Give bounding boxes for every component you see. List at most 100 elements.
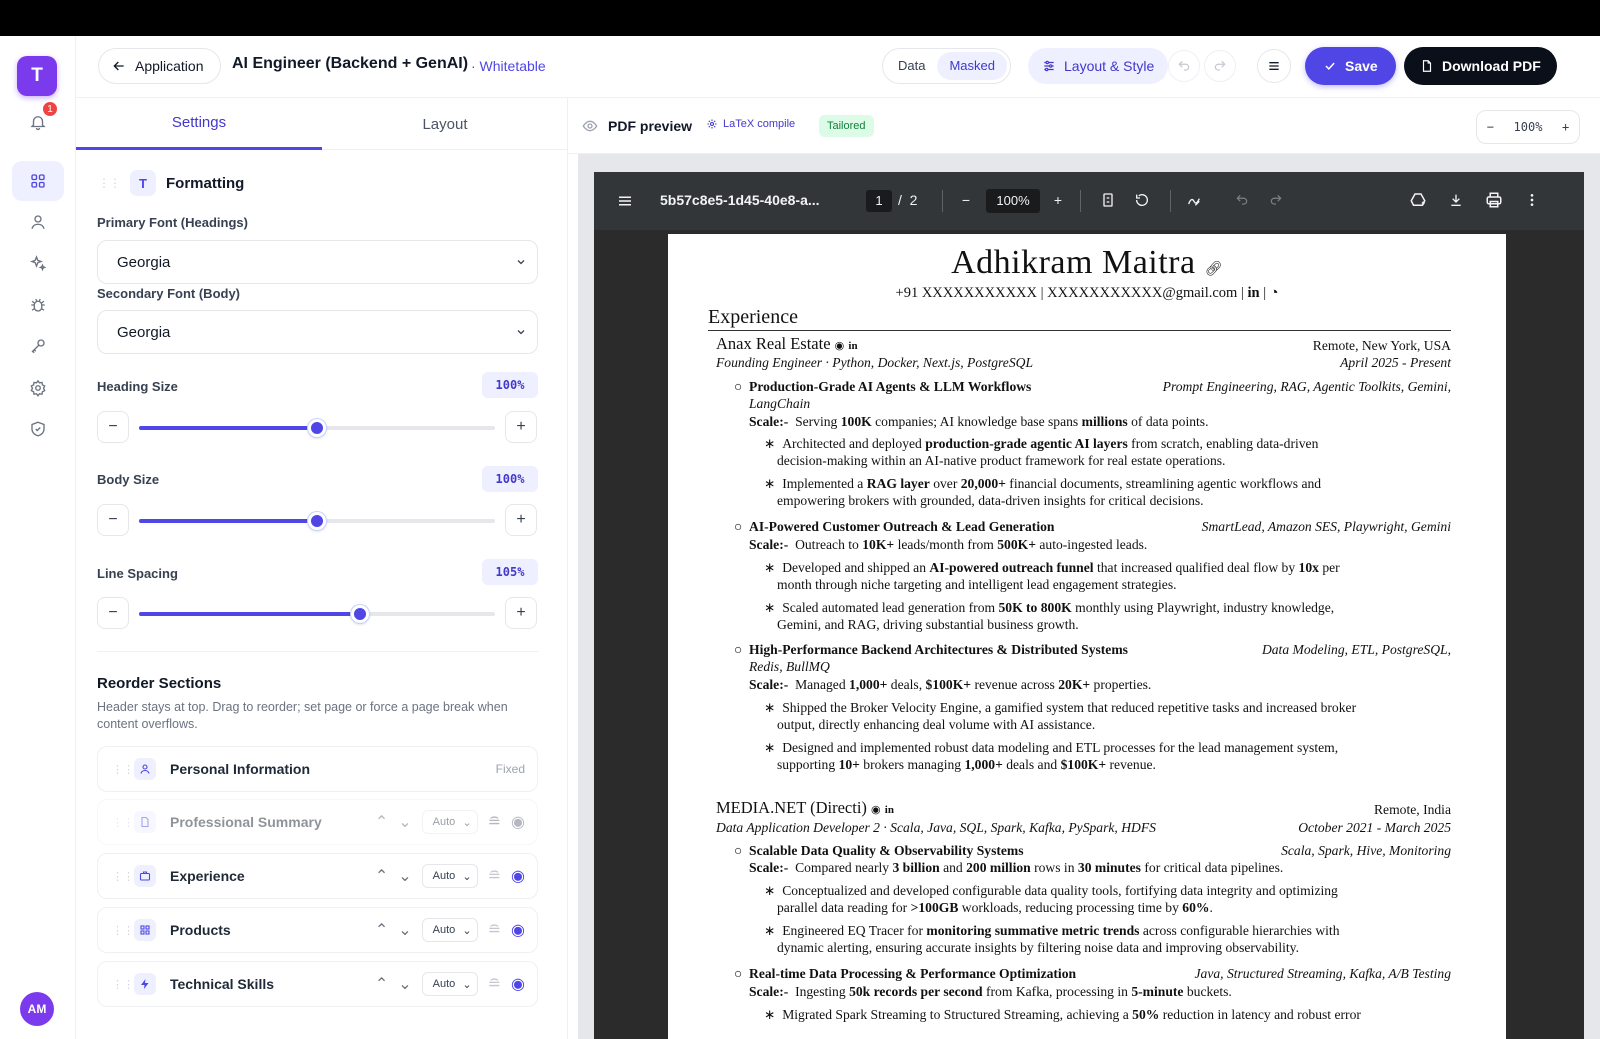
drag-handle-icon[interactable]: ⋮⋮ xyxy=(112,816,134,829)
bullet: ∗ Scaled automated lead generation from … xyxy=(764,600,1335,615)
line-spacing-slider[interactable] xyxy=(139,605,495,623)
drag-handle-icon[interactable]: ⋮⋮ xyxy=(112,870,134,883)
page-break-icon[interactable]: ≘ xyxy=(488,920,501,940)
slider-thumb[interactable] xyxy=(350,605,369,623)
eye-icon[interactable]: ◉ xyxy=(511,812,525,832)
page-select[interactable]: Auto ⌄ xyxy=(421,810,478,834)
drag-handle-icon[interactable]: ⋮⋮ xyxy=(112,978,134,991)
zoom-value: 100% xyxy=(1513,120,1543,134)
nav-debug[interactable] xyxy=(12,285,64,325)
drag-handle-icon[interactable]: ⋮⋮ xyxy=(112,763,134,776)
secondary-font-select[interactable]: Georgia xyxy=(97,310,538,354)
chevron-down-icon[interactable]: ⌄ xyxy=(398,866,411,886)
user-avatar[interactable]: AM xyxy=(20,992,54,1026)
app-root: T 1 AM Application AI Engineer (Backend … xyxy=(0,36,1600,1039)
page-select[interactable]: Auto ⌄ xyxy=(421,972,478,996)
primary-font-select[interactable]: Georgia xyxy=(97,240,538,284)
zoom-out-icon[interactable]: − xyxy=(954,188,978,212)
rotate-icon[interactable] xyxy=(1130,188,1154,212)
slider-thumb[interactable] xyxy=(308,419,326,437)
body-size-increase[interactable]: + xyxy=(505,504,537,536)
undo-button[interactable] xyxy=(1168,50,1200,82)
bullet: ∗ Implemented a RAG layer over 20,000+ f… xyxy=(764,476,1322,491)
redo-icon[interactable] xyxy=(1264,188,1288,212)
github-icon[interactable]: ◔ xyxy=(1270,285,1279,301)
undo-icon[interactable] xyxy=(1230,188,1254,212)
chevron-up-icon[interactable]: ⌃ xyxy=(375,974,388,994)
download-icon[interactable] xyxy=(1444,188,1468,212)
grid-icon xyxy=(31,174,45,188)
tab-settings[interactable]: Settings xyxy=(76,98,322,150)
zoom-in-button[interactable]: + xyxy=(1562,120,1569,134)
drag-handle-icon[interactable]: ⋮⋮ xyxy=(112,924,134,937)
section-controls: ⌃ ⌄ Auto ⌄ ≘ ◉ xyxy=(375,918,525,942)
body-size-slider[interactable] xyxy=(139,512,495,530)
chevron-up-icon[interactable]: ⌃ xyxy=(375,866,388,886)
tab-layout[interactable]: Layout xyxy=(322,98,567,150)
pdf-zoom-value[interactable]: 100% xyxy=(986,189,1040,213)
nav-ai[interactable] xyxy=(12,243,64,283)
grid-icon xyxy=(134,919,156,941)
download-pdf-button[interactable]: Download PDF xyxy=(1404,47,1557,85)
fit-page-icon[interactable] xyxy=(1096,188,1120,212)
line-spacing-increase[interactable]: + xyxy=(505,597,537,629)
page-number-input[interactable]: 1 xyxy=(866,190,892,212)
page-break-icon[interactable]: ≘ xyxy=(488,866,501,886)
menu-icon[interactable] xyxy=(616,192,634,213)
section-row-professional-summary[interactable]: ⋮⋮ Professional Summary ⌃ ⌄ Auto ⌄ ≘ ◉ xyxy=(97,799,538,845)
more-vertical-icon[interactable] xyxy=(1520,188,1544,212)
nav-settings[interactable] xyxy=(12,368,64,408)
company-link[interactable]: · Whitetable xyxy=(471,58,546,74)
drag-handle-icon[interactable]: ⋮⋮ xyxy=(98,176,121,190)
layout-style-button[interactable]: Layout & Style xyxy=(1028,48,1169,84)
section-controls: ⌃ ⌄ Auto ⌄ ≘ ◉ xyxy=(375,810,525,834)
eye-icon[interactable]: ◉ xyxy=(511,920,525,940)
page-select[interactable]: Auto ⌄ xyxy=(421,864,478,888)
page-break-icon[interactable]: ≘ xyxy=(488,974,501,994)
project-title-text: Real-time Data Processing & Performance … xyxy=(749,966,1077,981)
zoom-in-icon[interactable]: + xyxy=(1046,188,1070,212)
slider-thumb[interactable] xyxy=(308,512,326,530)
annotate-icon[interactable] xyxy=(1182,188,1206,212)
toggle-data[interactable]: Data xyxy=(886,52,937,80)
section-row-technical-skills[interactable]: ⋮⋮ Technical Skills ⌃ ⌄ Auto ⌄ ≘ ◉ xyxy=(97,961,538,1007)
chevron-up-icon[interactable]: ⌃ xyxy=(375,812,388,832)
briefcase-icon xyxy=(134,865,156,887)
zoom-out-button[interactable]: − xyxy=(1487,120,1494,134)
toggle-masked[interactable]: Masked xyxy=(937,52,1007,80)
chevron-up-icon[interactable]: ⌃ xyxy=(375,920,388,940)
nav-keys[interactable] xyxy=(12,326,64,366)
nav-security[interactable] xyxy=(12,409,64,449)
section-row-products[interactable]: ⋮⋮ Products ⌃ ⌄ Auto ⌄ ≘ ◉ xyxy=(97,907,538,953)
slider-fill xyxy=(139,426,317,430)
divider xyxy=(97,651,538,652)
heading-size-increase[interactable]: + xyxy=(505,411,537,443)
print-icon[interactable] xyxy=(1482,188,1506,212)
page-select[interactable]: Auto ⌄ xyxy=(421,918,478,942)
nav-dashboard[interactable] xyxy=(12,161,64,201)
page-title: AI Engineer (Backend + GenAI) xyxy=(232,55,469,72)
section-row-experience[interactable]: ⋮⋮ Experience ⌃ ⌄ Auto ⌄ ≘ ◉ xyxy=(97,853,538,899)
eye-icon[interactable]: ◉ xyxy=(511,866,525,886)
redo-button[interactable] xyxy=(1204,50,1236,82)
eye-icon[interactable]: ◉ xyxy=(511,974,525,994)
chevron-down-icon[interactable]: ⌄ xyxy=(398,920,411,940)
chevron-down-icon[interactable]: ⌄ xyxy=(398,812,411,832)
chevron-down-icon[interactable]: ⌄ xyxy=(398,974,411,994)
heading-size-decrease[interactable]: − xyxy=(97,411,129,443)
layout-style-label: Layout & Style xyxy=(1064,58,1155,74)
heading-size-slider[interactable] xyxy=(139,419,495,437)
bullet: ∗ Designed and implemented robust data m… xyxy=(764,740,1339,755)
section-row-personal-information[interactable]: ⋮⋮ Personal Information Fixed xyxy=(97,746,538,792)
drive-save-icon[interactable] xyxy=(1406,188,1430,212)
back-to-application-button[interactable]: Application xyxy=(98,48,221,84)
linkedin-icon[interactable]: in xyxy=(1247,285,1259,301)
page-break-icon[interactable]: ≘ xyxy=(488,812,501,832)
body-size-decrease[interactable]: − xyxy=(97,504,129,536)
save-button[interactable]: Save xyxy=(1305,47,1396,85)
menu-button[interactable] xyxy=(1257,49,1291,83)
nav-profile[interactable] xyxy=(12,202,64,242)
app-logo[interactable]: T xyxy=(17,56,57,96)
line-spacing-decrease[interactable]: − xyxy=(97,597,129,629)
data-mask-toggle: Data Masked xyxy=(882,48,1011,84)
